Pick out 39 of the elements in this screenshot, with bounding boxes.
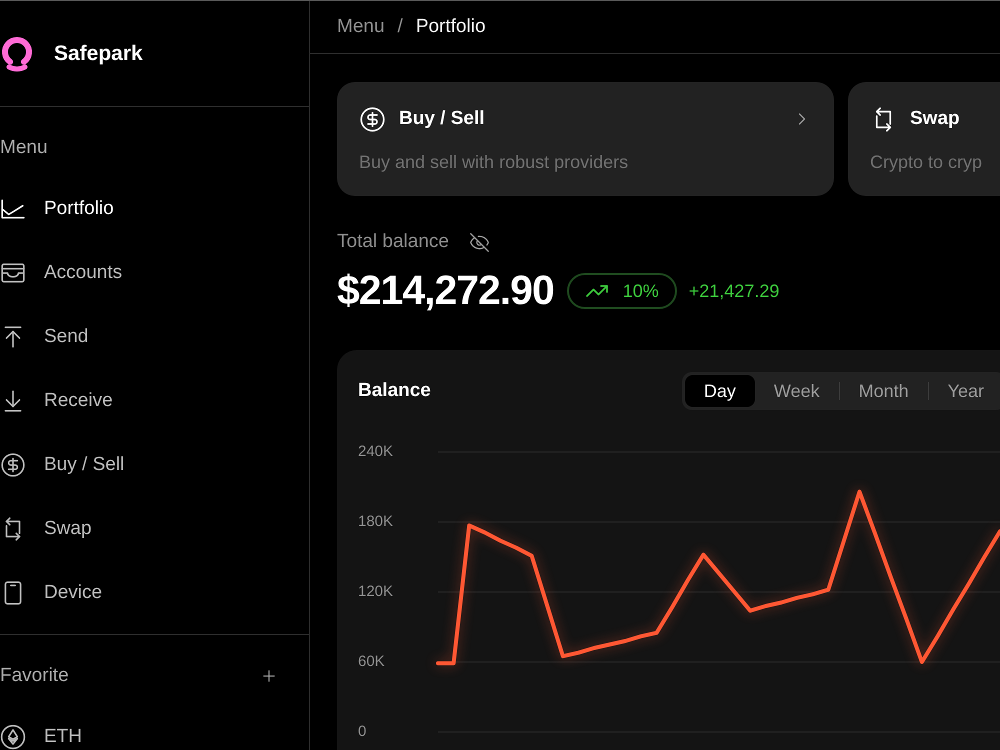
card-description: Buy and sell with robust providers [359, 151, 630, 174]
balance-label: Total balance [337, 230, 449, 254]
axis-tick-label: 120K [358, 582, 394, 600]
breadcrumb-link[interactable]: Menu [337, 12, 385, 42]
range-tab[interactable]: Week [754, 375, 839, 407]
sidebar-nav-item[interactable]: Accounts [0, 241, 309, 305]
axis-tick-label: 0 [358, 722, 366, 740]
sidebar-nav-item[interactable]: Send [0, 305, 309, 369]
axis-tick-label: 240K [358, 442, 394, 460]
axis-tick-label: 180K [358, 512, 394, 530]
favorite-item[interactable]: ETH [0, 705, 309, 750]
sidebar-nav-item[interactable]: Device [0, 561, 309, 625]
sidebar-nav-item[interactable]: Portfolio [0, 177, 309, 241]
action-card[interactable]: Swap Crypto to cryp [848, 82, 1000, 196]
breadcrumb-separator: / [398, 14, 403, 39]
section-label: Favorite [0, 664, 69, 688]
chart-title: Balance [358, 378, 431, 403]
range-tab[interactable]: Year [928, 375, 1000, 407]
action-card[interactable]: Buy / Sell Buy and sell with robust providers [337, 82, 834, 196]
range-tab[interactable]: Month [840, 375, 928, 407]
card-description: Crypto to cryp [870, 151, 984, 174]
dollar-coin-icon [359, 106, 386, 132]
sidebar-nav-item[interactable]: Receive [0, 369, 309, 433]
change-percent: 10% [622, 280, 659, 302]
logo-icon [0, 36, 34, 72]
dollar-coin-icon [0, 452, 26, 478]
sidebar-nav-item[interactable]: Swap [0, 497, 309, 561]
card-title: Swap [910, 106, 960, 131]
diamond-coin-icon [0, 724, 26, 750]
section-label: Menu [0, 136, 49, 160]
sidebar-nav-item[interactable]: Buy / Sell [0, 433, 309, 497]
card-title: Buy / Sell [399, 106, 485, 131]
eye-off-icon[interactable] [468, 232, 490, 252]
range-tab[interactable]: Day [684, 375, 755, 407]
brand-name: Safepark [54, 40, 143, 67]
axis-tick-label: 60K [358, 652, 385, 670]
change-amount: +21,427.29 [688, 280, 780, 302]
breadcrumb-link[interactable]: Portfolio [416, 12, 486, 42]
balance-amount: $214,272.90 [337, 266, 554, 316]
